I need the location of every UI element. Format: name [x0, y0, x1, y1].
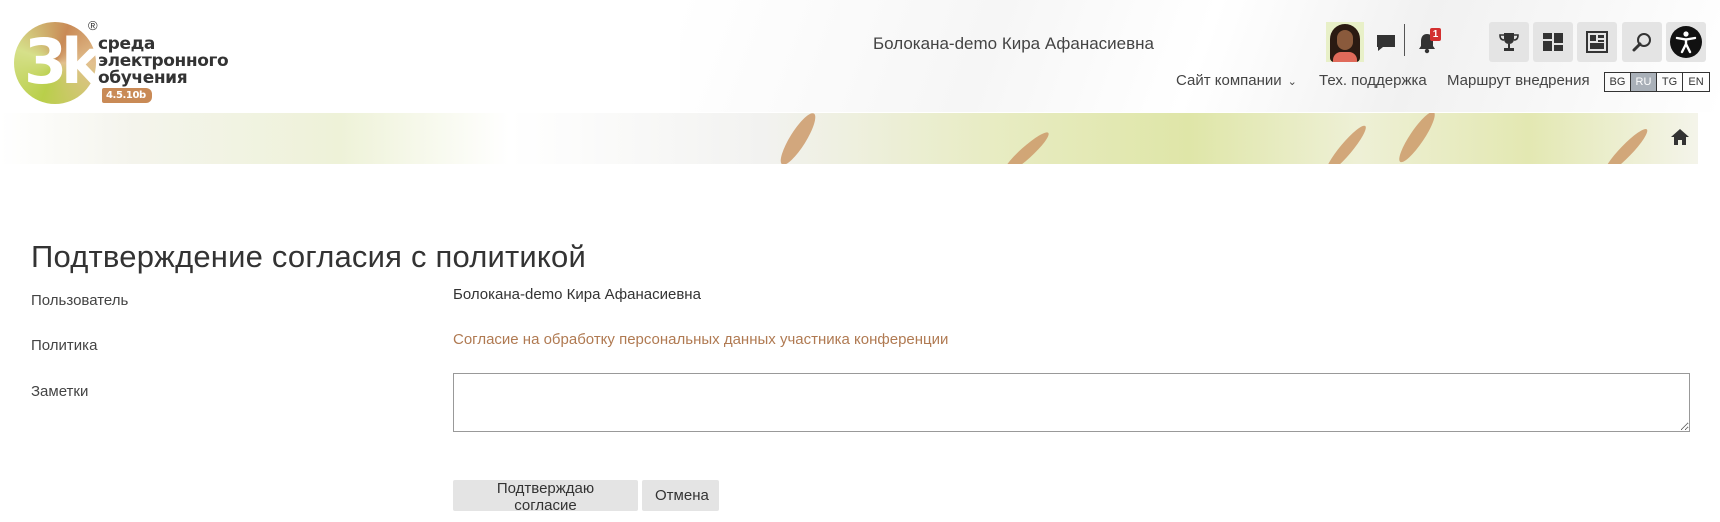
nav-route[interactable]: Маршрут внедрения — [1447, 72, 1590, 89]
lang-bg[interactable]: BG — [1605, 73, 1631, 91]
language-switcher: BG RU TG EN — [1604, 72, 1710, 92]
lang-ru[interactable]: RU — [1631, 73, 1657, 91]
lang-en[interactable]: EN — [1683, 73, 1709, 91]
avatar[interactable] — [1326, 22, 1364, 62]
header-divider — [1404, 24, 1405, 56]
notes-label: Заметки — [31, 383, 89, 400]
search-icon — [1632, 33, 1651, 52]
logo[interactable]: 3k ® среда электронного обучения4.5.10b — [14, 18, 234, 106]
confirm-consent-button[interactable]: Подтверждаю согласие — [453, 480, 638, 514]
banner-leaf — [1394, 113, 1440, 164]
policy-label: Политика — [31, 337, 98, 354]
accessibility-icon — [1670, 26, 1702, 58]
nav-support[interactable]: Тех. поддержка — [1319, 72, 1427, 89]
trophy-button[interactable] — [1489, 22, 1529, 62]
home-icon[interactable] — [1670, 127, 1690, 147]
layout-grid-icon — [1543, 33, 1563, 51]
trophy-icon — [1499, 33, 1519, 51]
policy-link[interactable]: Согласие на обработку персональных данны… — [453, 331, 948, 348]
nav-company-site[interactable]: Сайт компании ⌄ — [1176, 72, 1297, 89]
user-label: Пользователь — [31, 292, 129, 309]
cancel-button[interactable]: Отмена — [642, 480, 719, 511]
search-button[interactable] — [1622, 22, 1662, 62]
version-badge: 4.5.10b — [102, 88, 152, 103]
header: 3k ® среда электронного обучения4.5.10b … — [0, 0, 1720, 112]
user-name[interactable]: Болокана-demo Кира Афанасиевна — [873, 34, 1154, 54]
chat-bubble-icon[interactable] — [1373, 30, 1399, 56]
banner — [0, 113, 1698, 164]
lang-tg[interactable]: TG — [1657, 73, 1683, 91]
banner-leaf — [1322, 122, 1370, 164]
notes-textarea[interactable] — [453, 373, 1690, 432]
logo-registered-mark: ® — [88, 18, 98, 33]
chevron-down-icon: ⌄ — [1287, 76, 1297, 88]
notification-badge: 1 — [1430, 28, 1441, 41]
banner-leaf — [775, 113, 821, 164]
nav-company-site-label: Сайт компании — [1176, 72, 1282, 89]
blocks-icon — [1586, 31, 1608, 53]
banner-leaf — [1600, 125, 1652, 164]
banner-leaf — [999, 128, 1053, 164]
user-value: Болокана-demo Кира Афанасиевна — [453, 286, 701, 303]
page-title: Подтверждение согласия с политикой — [31, 239, 586, 274]
logo-mark: 3k — [24, 25, 102, 98]
layout-button[interactable] — [1533, 22, 1573, 62]
logo-text: среда электронного обучения4.5.10b — [98, 36, 234, 104]
blocks-button[interactable] — [1577, 22, 1617, 62]
logo-line-3-row: обучения4.5.10b — [98, 70, 234, 104]
logo-line-3: обучения — [98, 68, 188, 88]
accessibility-button[interactable] — [1666, 22, 1706, 62]
